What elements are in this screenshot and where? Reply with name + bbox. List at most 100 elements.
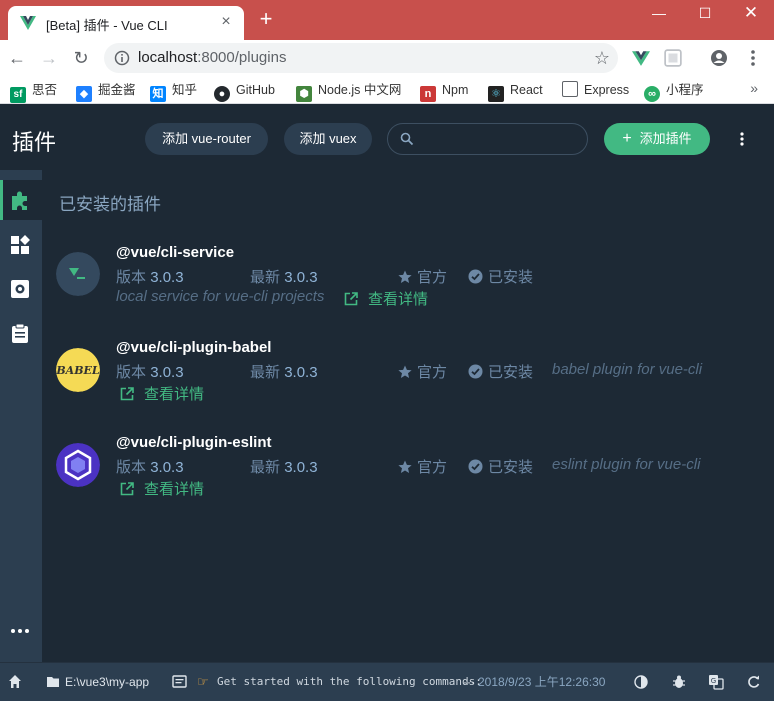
sidebar-item-dependencies[interactable]: [0, 224, 42, 264]
view-details-link[interactable]: 查看详情: [120, 478, 204, 499]
official-label: 官方: [417, 364, 448, 381]
view-details-label: 查看详情: [368, 291, 429, 308]
theme-toggle-icon[interactable]: [634, 674, 648, 690]
plugin-version: 版本 3.0.3: [116, 361, 184, 382]
installed-badge: 已安装: [468, 456, 533, 477]
sidebar-more-icon[interactable]: [10, 626, 30, 636]
version-value: 3.0.3: [150, 269, 184, 286]
plugin-description: babel plugin for vue-cli: [552, 361, 703, 378]
home-icon[interactable]: [8, 674, 22, 690]
latest-value: 3.0.3: [284, 459, 318, 476]
page-title: 插件: [12, 130, 57, 155]
babel-logo-icon: BABEL: [56, 348, 100, 392]
github-icon: ●: [214, 86, 230, 102]
reload-icon[interactable]: ↻: [70, 47, 92, 69]
bookmark-star-icon[interactable]: ☆: [594, 48, 610, 68]
plugins-panel: 已安装的插件 @vue/cli-service 版本 3.0.3 最新 3.0.…: [42, 170, 774, 662]
terminal-log-icon[interactable]: [172, 674, 187, 690]
plugin-description: eslint plugin for vue-cli: [552, 456, 701, 473]
bookmark-npm[interactable]: n Npm: [420, 81, 469, 102]
forward-icon[interactable]: →: [38, 47, 60, 69]
external-link-icon: [344, 292, 358, 306]
plugin-item[interactable]: @vue/cli-plugin-eslint 版本 3.0.3 最新 3.0.3…: [42, 434, 774, 514]
vue-devtools-icon[interactable]: [632, 49, 650, 67]
external-link-icon: [120, 387, 134, 401]
plugin-version: 版本 3.0.3: [116, 266, 184, 287]
view-details-link[interactable]: 查看详情: [120, 383, 204, 404]
app-header: 插件 添加 vue-router 添加 vuex + 添加插件: [0, 105, 774, 170]
plugin-description: local service for vue-cli projects: [116, 288, 325, 305]
add-plugin-button[interactable]: + 添加插件: [604, 123, 710, 155]
minimize-icon[interactable]: —: [648, 4, 670, 22]
external-link-icon: [120, 482, 134, 496]
version-value: 3.0.3: [150, 459, 184, 476]
bookmark-juejin[interactable]: ◆ 掘金酱: [76, 81, 136, 102]
close-window-icon[interactable]: ✕: [740, 4, 762, 22]
section-title: 已安装的插件: [59, 195, 161, 214]
extension-icon[interactable]: [664, 49, 682, 67]
bookmark-miniprogram[interactable]: ∞ 小程序: [644, 81, 704, 102]
vue-icon: [20, 16, 36, 30]
chrome-menu-icon[interactable]: [744, 49, 762, 67]
view-details-link[interactable]: 查看详情: [344, 288, 428, 309]
bookmark-github[interactable]: ● GitHub: [214, 81, 275, 102]
plugin-item[interactable]: @vue/cli-service 版本 3.0.3 最新 3.0.3 官方 已安…: [42, 244, 774, 324]
bug-report-icon[interactable]: [672, 674, 686, 690]
add-vuex-button[interactable]: 添加 vuex: [284, 123, 372, 155]
translate-icon[interactable]: G: [708, 674, 724, 690]
bookmark-zhihu[interactable]: 知知乎: [150, 81, 197, 102]
status-bar: E:\vue3\my-app ☞ Get started with the fo…: [0, 662, 774, 701]
bookmark-label: 小程序: [666, 83, 704, 97]
bookmark-label: Npm: [442, 83, 469, 97]
plugin-latest: 最新 3.0.3: [250, 266, 318, 287]
cli-service-logo-icon: [56, 252, 100, 296]
add-vue-router-button[interactable]: 添加 vue-router: [145, 123, 268, 155]
search-input[interactable]: [387, 123, 588, 155]
bookmark-react[interactable]: ⚛ React: [488, 81, 543, 102]
plugin-latest: 最新 3.0.3: [250, 361, 318, 382]
view-details-label: 查看详情: [144, 386, 205, 403]
maximize-icon[interactable]: ☐: [694, 4, 716, 22]
refresh-icon[interactable]: [746, 674, 761, 690]
bookmark-express[interactable]: Express: [562, 81, 629, 99]
official-label: 官方: [417, 459, 448, 476]
segmentfault-icon: sf: [10, 87, 26, 103]
bookmark-label: 思否: [32, 83, 58, 97]
search-icon: [400, 132, 414, 146]
tab-close-icon[interactable]: ×: [218, 14, 234, 30]
svg-text:G: G: [711, 677, 716, 685]
sidebar: [0, 170, 42, 662]
bookmark-label: Node.js 中文网: [318, 83, 402, 97]
new-tab-icon[interactable]: +: [256, 8, 276, 30]
sidebar-item-configuration[interactable]: [0, 268, 42, 308]
check-circle-icon: [468, 459, 483, 474]
bookmark-nodejs[interactable]: ⬢ Node.js 中文网: [296, 81, 402, 102]
official-badge: 官方: [398, 266, 447, 287]
miniprogram-icon: ∞: [644, 86, 660, 102]
info-icon[interactable]: [114, 50, 130, 66]
latest-label: 最新: [250, 269, 281, 286]
version-label: 版本: [116, 459, 147, 476]
plus-icon: +: [622, 130, 632, 147]
address-bar[interactable]: localhost:8000/plugins ☆: [104, 43, 618, 73]
url-host: localhost: [138, 49, 198, 66]
puzzle-icon: [12, 191, 27, 210]
profile-icon[interactable]: [710, 49, 728, 67]
bookmark-segmentfault[interactable]: sf 思否: [10, 81, 58, 103]
more-options-icon[interactable]: [735, 131, 749, 147]
sidebar-item-tasks[interactable]: [0, 312, 42, 352]
plugin-item[interactable]: BABEL @vue/cli-plugin-babel 版本 3.0.3 最新 …: [42, 339, 774, 419]
project-path[interactable]: E:\vue3\my-app: [65, 674, 149, 690]
browser-titlebar: [Beta] 插件 - Vue CLI × + — ☐ ✕: [0, 0, 774, 40]
browser-toolbar: ← → ↻ localhost:8000/plugins ☆: [0, 40, 774, 76]
sidebar-item-plugins[interactable]: [0, 180, 42, 220]
bookmarks-bar: sf 思否 ◆ 掘金酱 知知乎 ● GitHub ⬢ Node.js 中文网 n Npm …: [0, 76, 774, 104]
tab-title: [Beta] 插件 - Vue CLI: [46, 18, 168, 33]
bookmarks-overflow-icon[interactable]: »: [750, 80, 758, 96]
plugin-version: 版本 3.0.3: [116, 456, 184, 477]
latest-label: 最新: [250, 459, 281, 476]
browser-tab[interactable]: [Beta] 插件 - Vue CLI ×: [8, 6, 244, 40]
plugin-name: @vue/cli-plugin-babel: [116, 339, 272, 356]
plugin-name: @vue/cli-service: [116, 244, 235, 261]
back-icon[interactable]: ←: [6, 47, 28, 69]
